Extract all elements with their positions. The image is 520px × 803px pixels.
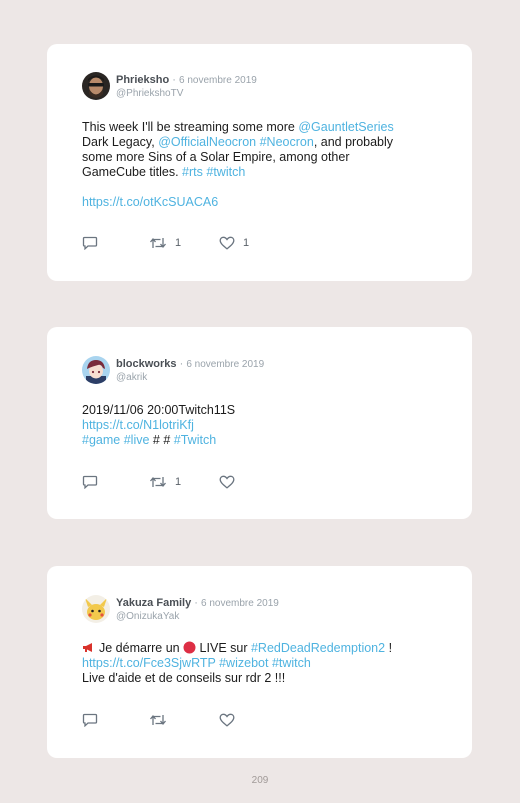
like-icon xyxy=(219,713,235,727)
mention-link[interactable]: @GauntletSeries xyxy=(298,120,393,134)
like-button[interactable] xyxy=(219,713,243,727)
megaphone-icon xyxy=(83,643,92,652)
retweet-button[interactable]: 1 xyxy=(149,236,181,250)
url-link[interactable]: https://t.co/N1lotriKfj xyxy=(82,418,432,433)
reply-icon xyxy=(82,236,98,250)
like-icon xyxy=(219,236,235,250)
tweet-text-line: Dark Legacy, @OfficialNeocron #Neocron, … xyxy=(82,135,394,149)
display-name[interactable]: Yakuza Family xyxy=(116,597,191,609)
like-icon xyxy=(219,475,235,489)
tweet-actions xyxy=(82,713,282,729)
tweet-text: Je démarre un LIVE sur #RedDeadRedemptio… xyxy=(82,641,432,686)
tweet-date[interactable]: 6 novembre 2019 xyxy=(201,598,279,609)
tweet-text-line: This week I'll be streaming some more @G… xyxy=(82,120,394,134)
mention-link[interactable]: @OfficialNeocron xyxy=(158,135,256,149)
retweet-icon xyxy=(150,237,166,249)
hashtag-link[interactable]: #twitch xyxy=(272,656,311,670)
url-link[interactable]: https://t.co/otKcSUACA6 xyxy=(82,195,432,210)
retweet-count: 1 xyxy=(175,476,182,488)
display-name[interactable]: Phrieksho xyxy=(116,74,169,86)
like-button[interactable]: 1 xyxy=(219,236,249,250)
hashtag-link[interactable]: #wizebot xyxy=(219,656,268,670)
tweet-date[interactable]: 6 novembre 2019 xyxy=(179,75,257,86)
retweet-button[interactable] xyxy=(149,713,175,727)
tweet-text-line: 2019/11/06 20:00Twitch11S xyxy=(82,403,236,417)
user-line: Yakuza Family · 6 novembre 2019 xyxy=(116,597,279,609)
hashtag-link[interactable]: #rts xyxy=(182,165,203,179)
hashtag-link[interactable]: #twitch xyxy=(206,165,245,179)
reply-button[interactable] xyxy=(82,713,98,727)
reply-icon xyxy=(82,475,98,489)
user-handle[interactable]: @akrik xyxy=(116,372,147,384)
tweet-text-line: Je démarre un LIVE sur #RedDeadRedemptio… xyxy=(82,641,432,656)
hashtag-link[interactable]: #Twitch xyxy=(174,433,216,447)
tweet-actions: 1 1 xyxy=(82,236,282,252)
tweet-text: 2019/11/06 20:00Twitch11S https://t.co/N… xyxy=(82,403,432,448)
hashtag-link[interactable]: #RedDeadRedemption2 xyxy=(251,641,385,655)
tweet-date[interactable]: 6 novembre 2019 xyxy=(186,359,264,370)
display-name[interactable]: blockworks xyxy=(116,358,177,370)
hashtag-link[interactable]: #live xyxy=(124,433,150,447)
retweet-icon xyxy=(150,714,166,726)
avatar-blockworks[interactable] xyxy=(82,356,110,384)
tweet-text-line: some more Sins of a Solar Empire, among … xyxy=(82,150,350,164)
avatar-phrieksho[interactable] xyxy=(82,72,110,100)
tweet-card-1: Phrieksho · 6 novembre 2019 @PhriekshoTV… xyxy=(47,44,472,281)
like-button[interactable] xyxy=(219,475,243,489)
hashtag-link[interactable]: #Neocron xyxy=(260,135,314,149)
retweet-count: 1 xyxy=(175,237,182,249)
tweet-card-3: Yakuza Family · 6 novembre 2019 @Onizuka… xyxy=(47,566,472,758)
like-count: 1 xyxy=(243,237,250,249)
retweet-button[interactable]: 1 xyxy=(149,475,181,489)
reply-icon xyxy=(82,713,98,727)
avatar-yakuza-family[interactable] xyxy=(82,595,110,623)
tweet-text-line: Live d'aide et de conseils sur rdr 2 !!! xyxy=(82,671,286,685)
reply-button[interactable] xyxy=(82,475,98,489)
tweet-text: This week I'll be streaming some more @G… xyxy=(82,120,432,210)
tweet-actions: 1 xyxy=(82,475,282,491)
user-line: Phrieksho · 6 novembre 2019 xyxy=(116,74,257,86)
user-handle[interactable]: @PhriekshoTV xyxy=(116,88,183,100)
user-line: blockworks · 6 novembre 2019 xyxy=(116,358,265,370)
tweet-text-line: #game #live # # #Twitch xyxy=(82,433,217,447)
user-handle[interactable]: @OnizukaYak xyxy=(116,611,179,623)
tweet-card-2: blockworks · 6 novembre 2019 @akrik 2019… xyxy=(47,327,472,519)
reply-button[interactable] xyxy=(82,236,98,250)
hashtag-link[interactable]: #game xyxy=(82,433,120,447)
url-link[interactable]: https://t.co/Fce3SjwRTP xyxy=(82,656,216,670)
tweet-text-line: GameCube titles. #rts #twitch xyxy=(82,165,246,179)
retweet-icon xyxy=(150,476,166,488)
page-number: 209 xyxy=(251,775,269,786)
tweet-text-line: https://t.co/Fce3SjwRTP #wizebot #twitch xyxy=(82,656,432,671)
red-circle-icon xyxy=(183,641,196,654)
